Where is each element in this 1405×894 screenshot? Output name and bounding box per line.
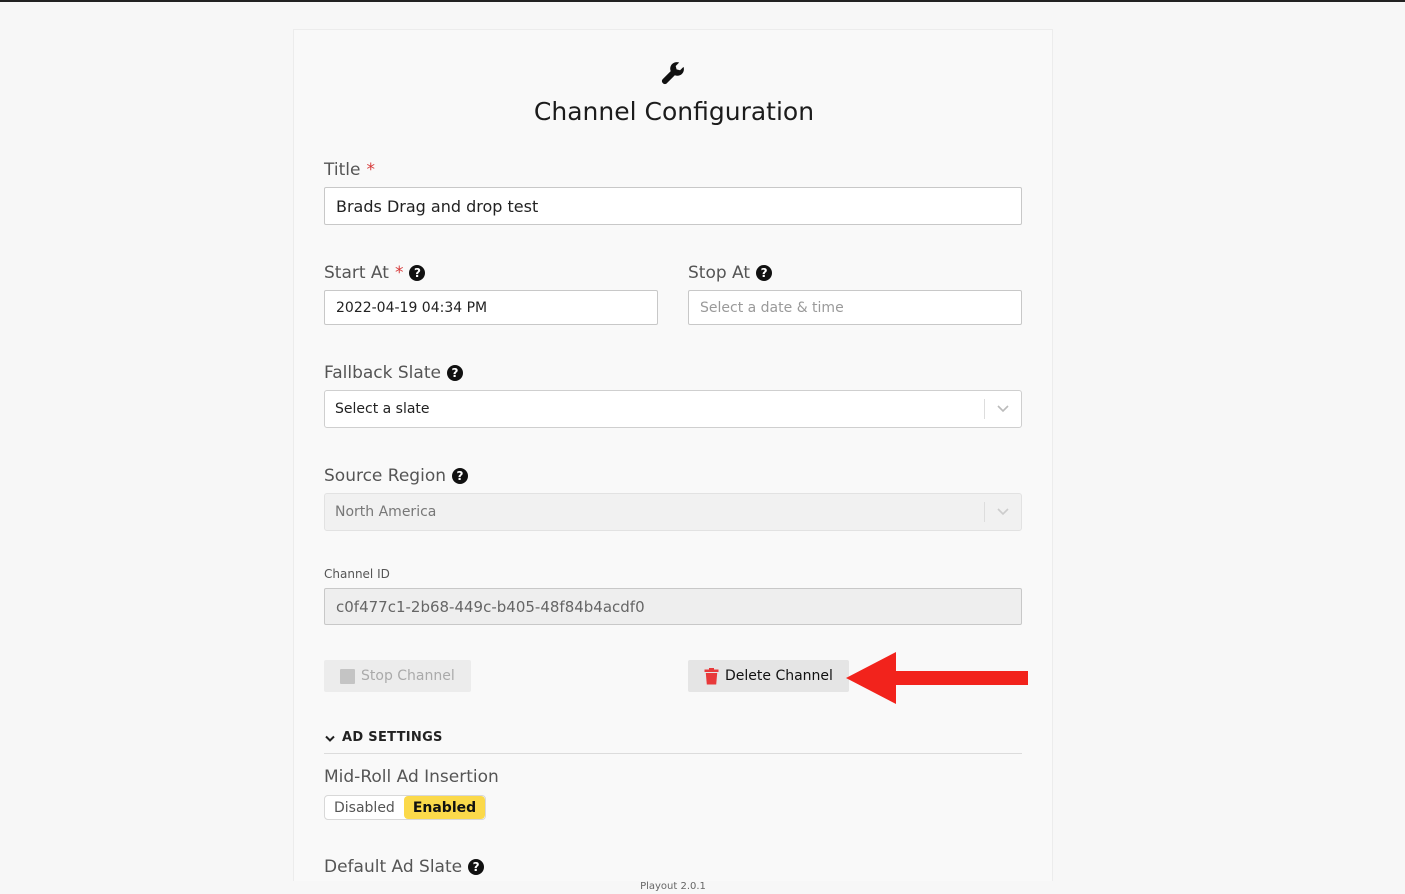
title-label: Title *: [324, 160, 375, 180]
version-footer: Playout 2.0.1: [640, 881, 706, 892]
title-label-text: Title: [324, 160, 361, 180]
fallback-slate-select[interactable]: Select a slate: [324, 390, 1022, 428]
default-ad-slate-label-text: Default Ad Slate: [324, 857, 463, 877]
source-region-select: North America: [324, 493, 1022, 531]
fallback-slate-label-text: Fallback Slate: [324, 363, 441, 383]
delete-channel-button[interactable]: Delete Channel: [688, 660, 849, 692]
channel-id-field: c0f477c1-2b68-449c-b405-48f84b4acdf0: [324, 588, 1022, 625]
red-arrow-icon: [846, 652, 1028, 704]
chevron-down-icon[interactable]: [324, 733, 336, 745]
chevron-down-icon: [985, 507, 1021, 517]
source-region-label-text: Source Region: [324, 466, 446, 486]
title-input[interactable]: Brads Drag and drop test: [324, 187, 1022, 225]
delete-channel-label: Delete Channel: [725, 668, 833, 684]
start-at-input[interactable]: 2022-04-19 04:34 PM: [324, 290, 658, 325]
chevron-down-icon[interactable]: [985, 404, 1021, 414]
mid-roll-toggle[interactable]: Disabled Enabled: [324, 795, 487, 820]
stop-at-label: Stop At ?: [688, 263, 773, 283]
question-circle-icon[interactable]: ?: [446, 365, 463, 381]
stop-channel-button[interactable]: Stop Channel: [324, 660, 471, 692]
channel-id-label: Channel ID: [324, 567, 390, 581]
stop-at-label-text: Stop At: [688, 263, 751, 283]
required-mark: *: [366, 160, 375, 180]
default-ad-slate-label: Default Ad Slate ?: [324, 857, 485, 877]
source-region-value: North America: [335, 504, 437, 520]
fallback-slate-value: Select a slate: [335, 401, 430, 417]
fallback-slate-label: Fallback Slate ?: [324, 363, 463, 383]
wrench-icon: [661, 62, 684, 85]
stop-square-icon: [340, 668, 355, 684]
ad-settings-title: AD SETTINGS: [342, 730, 443, 745]
required-mark: *: [394, 263, 404, 283]
ad-settings-section-header[interactable]: AD SETTINGS: [324, 730, 1022, 754]
mid-roll-label-text: Mid-Roll Ad Insertion: [324, 767, 499, 787]
question-circle-icon[interactable]: ?: [409, 265, 426, 281]
question-circle-icon[interactable]: ?: [756, 265, 773, 281]
toggle-enabled-option[interactable]: Enabled: [403, 796, 486, 819]
question-circle-icon[interactable]: ?: [468, 859, 485, 875]
start-at-label: Start At * ?: [324, 263, 426, 283]
page-title: Channel Configuration: [533, 97, 815, 126]
source-region-label: Source Region ?: [324, 466, 468, 486]
stop-at-input[interactable]: Select a date & time: [688, 290, 1022, 325]
stop-channel-label: Stop Channel: [361, 668, 455, 684]
mid-roll-label: Mid-Roll Ad Insertion: [324, 767, 499, 787]
channel-config-card: Channel Configuration Title * Brads Drag…: [293, 29, 1053, 881]
start-at-label-text: Start At: [324, 263, 389, 283]
toggle-disabled-option[interactable]: Disabled: [325, 796, 404, 819]
trash-icon: [704, 667, 719, 684]
window-top-border: [0, 0, 1405, 2]
question-circle-icon[interactable]: ?: [452, 468, 468, 484]
